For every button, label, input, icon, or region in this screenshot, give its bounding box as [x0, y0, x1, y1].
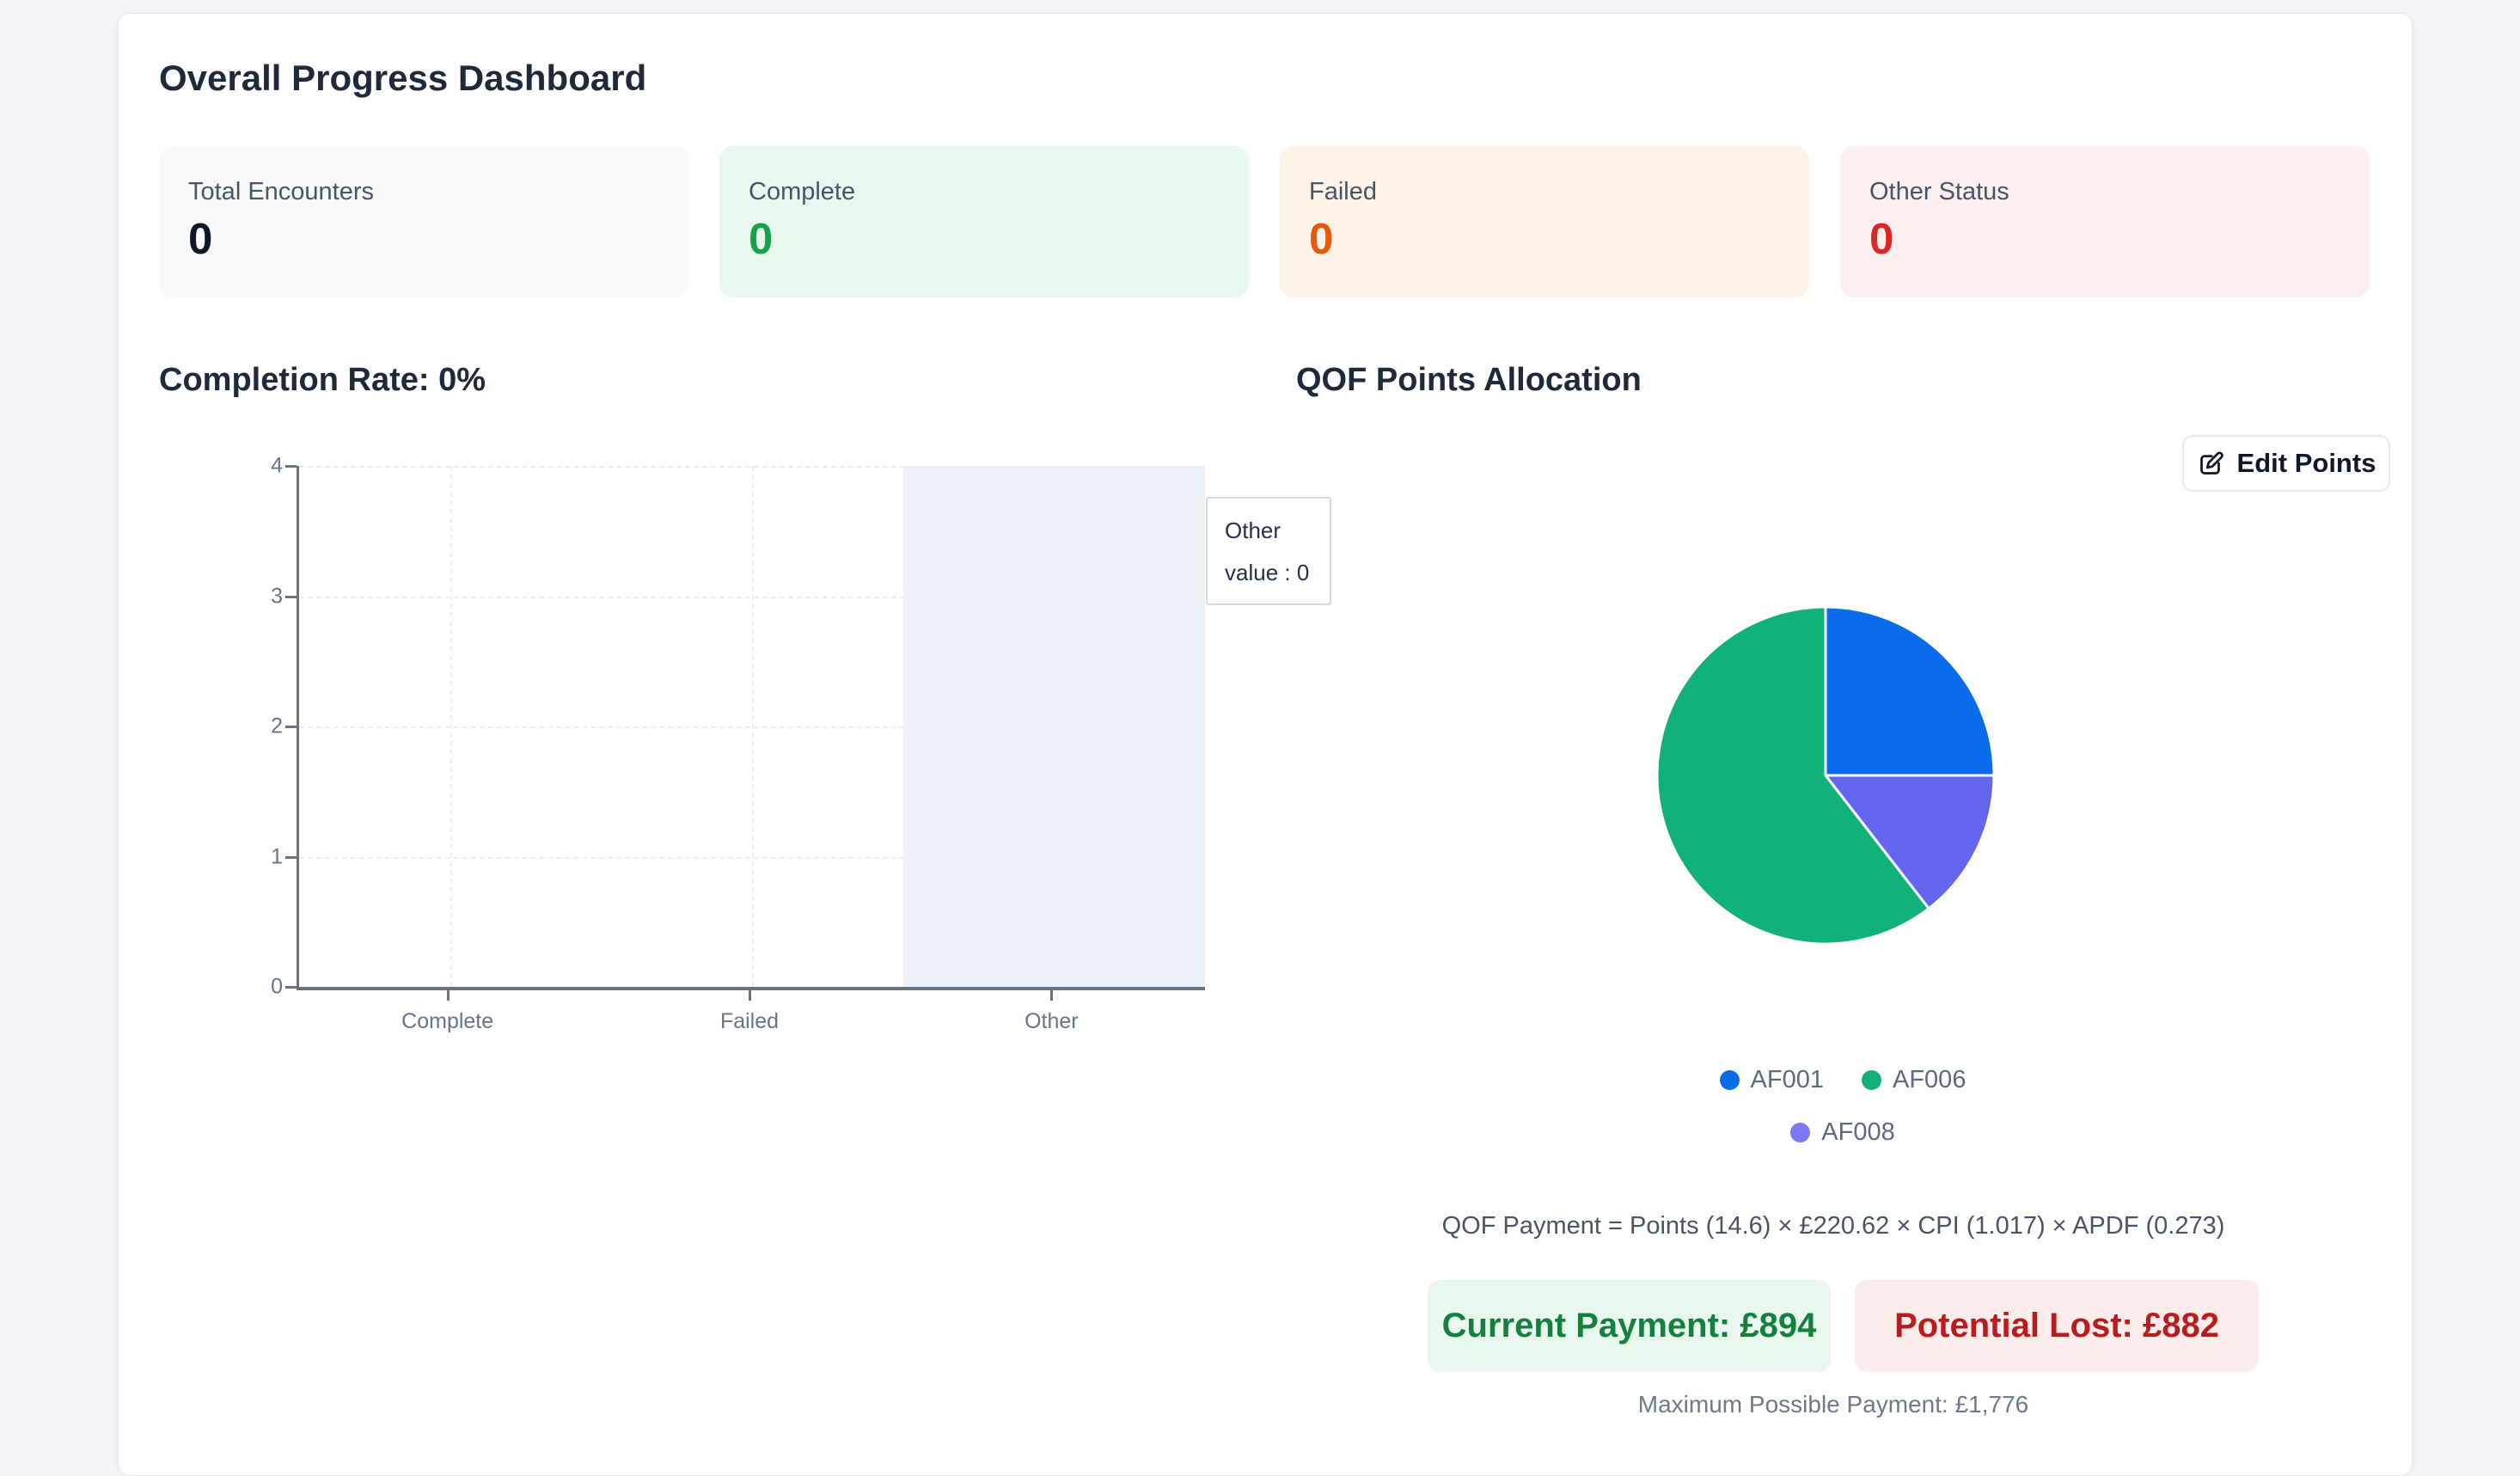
- bar-y-tick-label: 4: [271, 453, 283, 478]
- chart-tooltip: Other value : 0: [1206, 497, 1331, 605]
- pencil-square-icon: [2199, 450, 2223, 475]
- legend-label: AF001: [1750, 1066, 1824, 1093]
- bar-y-tick: [285, 595, 297, 598]
- pie-slice-AF001[interactable]: [1824, 605, 1996, 777]
- qof-formula-text: QOF Payment = Points (14.6) × £220.62 × …: [1441, 1212, 2225, 1240]
- stat-label: Complete: [749, 178, 856, 205]
- bar-plot-area[interactable]: Other value : 0: [297, 466, 1331, 990]
- bar-x-tick-label: Other: [1025, 1009, 1079, 1033]
- bar-hover-band: [902, 466, 1205, 987]
- bar-y-tick: [285, 855, 297, 859]
- bar-x-tick: [749, 990, 751, 1001]
- completion-bar-chart: Other value : 0 0 1 2 3 4 Complete Failed Other: [159, 453, 1331, 1057]
- bar-y-tick-label: 3: [271, 584, 283, 608]
- bar-y-tick-label: 2: [271, 714, 283, 738]
- current-payment-box: Current Payment: £894: [1428, 1280, 1831, 1372]
- max-payment-text: Maximum Possible Payment: £1,776: [1637, 1391, 2029, 1418]
- stat-card-failed: Failed 0: [1280, 146, 1809, 297]
- bar-y-tick-label: 0: [271, 974, 283, 999]
- page-title: Overall Progress Dashboard: [159, 58, 647, 98]
- stat-card-complete: Complete 0: [719, 146, 1249, 297]
- bar-x-tick-label: Complete: [401, 1009, 494, 1033]
- tooltip-title: Other: [1225, 518, 1281, 543]
- bar-x-tick-label: Failed: [719, 1009, 780, 1033]
- completion-rate-heading: Completion Rate: 0%: [159, 362, 486, 398]
- legend-item-AF006[interactable]: AF006: [1862, 1066, 1966, 1094]
- edit-points-button[interactable]: Edit Points: [2182, 435, 2390, 492]
- stat-value: 0: [1869, 213, 1894, 263]
- tooltip-value: value : 0: [1225, 560, 1310, 585]
- legend-dot: [1862, 1070, 1881, 1090]
- potential-lost-box: Potential Lost: £882: [1855, 1280, 2259, 1372]
- bar-y-tick-label: 1: [271, 844, 283, 868]
- legend-dot: [1790, 1123, 1811, 1142]
- qof-heading: QOF Points Allocation: [1296, 362, 1642, 398]
- bar-x-tick: [446, 990, 450, 1001]
- stat-value: 0: [188, 213, 213, 263]
- legend-item-AF001[interactable]: AF001: [1719, 1066, 1824, 1094]
- bar-y-tick: [285, 726, 297, 728]
- stat-label: Other Status: [1869, 178, 2009, 205]
- stat-card-other-status: Other Status 0: [1840, 146, 2370, 297]
- legend-label: AF006: [1893, 1066, 1966, 1093]
- stat-label: Failed: [1309, 178, 1377, 205]
- stats-row: Total Encounters 0 Complete 0 Failed 0 O…: [159, 146, 2370, 297]
- bar-y-tick: [285, 465, 297, 468]
- qof-pie-chart[interactable]: [1654, 603, 1997, 947]
- legend-label: AF008: [1821, 1118, 1895, 1146]
- pie-legend: AF001 AF006 AF008: [1658, 1066, 2028, 1147]
- stat-value: 0: [1309, 213, 1334, 263]
- stat-value: 0: [749, 213, 774, 263]
- stat-card-total-encounters: Total Encounters 0: [159, 146, 688, 297]
- bar-x-tick: [1050, 990, 1054, 1001]
- bar-y-tick: [285, 986, 297, 989]
- legend-item-AF008[interactable]: AF008: [1790, 1118, 1895, 1147]
- stat-label: Total Encounters: [188, 178, 375, 205]
- legend-dot: [1719, 1070, 1740, 1090]
- edit-points-label: Edit Points: [2236, 448, 2376, 478]
